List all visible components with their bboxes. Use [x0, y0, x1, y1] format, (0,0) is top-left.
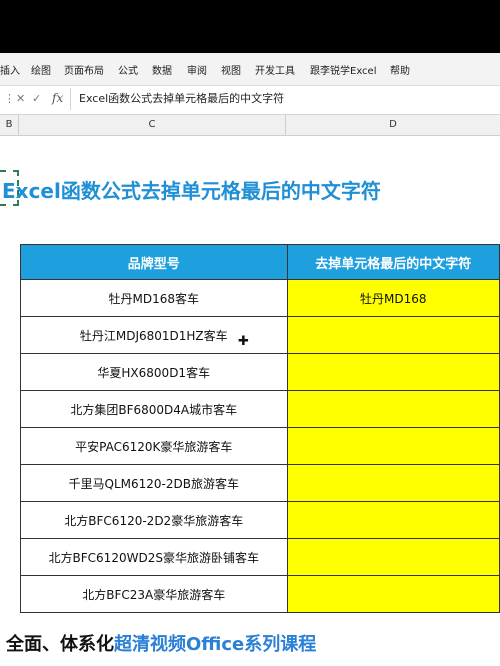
tab-formulas[interactable]: 公式	[118, 62, 138, 77]
tab-insert[interactable]: 插入	[0, 62, 20, 77]
table-row: 华夏HX6800D1客车	[20, 353, 500, 391]
column-header-b[interactable]: B	[0, 115, 19, 135]
header-cell-model[interactable]: 品牌型号	[20, 244, 288, 280]
banner-text-part2: 超清视频Office系列课程	[114, 634, 317, 655]
tab-view[interactable]: 视图	[221, 62, 241, 77]
cell-result[interactable]: 牡丹MD168	[286, 279, 500, 317]
tab-help[interactable]: 帮助	[390, 62, 410, 77]
more-icon[interactable]: ⋮	[4, 92, 15, 105]
cell-cursor-icon: ✚	[238, 334, 249, 349]
cell-model[interactable]: 牡丹MD168客车	[20, 279, 288, 317]
cell-model[interactable]: 北方BFC6120WD2S豪华旅游卧铺客车	[20, 538, 288, 576]
course-banner: 全面、体系化超清视频Office系列课程	[6, 630, 316, 656]
cell-result[interactable]	[286, 501, 500, 539]
sheet-title-text: Excel函数公式去掉单元格最后的中文字符	[2, 179, 381, 203]
table-row: 北方BFC6120-2D2豪华旅游客车	[20, 501, 500, 539]
cell-result[interactable]	[286, 464, 500, 502]
header-cell-result[interactable]: 去掉单元格最后的中文字符	[286, 244, 500, 280]
cell-result[interactable]	[286, 538, 500, 576]
tab-draw[interactable]: 绘图	[31, 62, 51, 77]
data-table: 品牌型号 去掉单元格最后的中文字符 牡丹MD168客车 牡丹MD168 牡丹江M…	[20, 244, 500, 613]
column-headers: B C D	[0, 115, 500, 136]
table-row: 北方集团BF6800D4A城市客车	[20, 390, 500, 428]
cell-model[interactable]: 北方BFC23A豪华旅游客车	[20, 575, 288, 613]
tab-developer[interactable]: 开发工具	[255, 62, 295, 77]
ribbon-tab-bar: 插入 绘图 页面布局 公式 数据 审阅 视图 开发工具 跟李锐学Excel 帮助	[0, 53, 500, 86]
column-header-d[interactable]: D	[286, 115, 500, 135]
table-row: 牡丹江MDJ6801D1HZ客车	[20, 316, 500, 354]
table-row: 北方BFC23A豪华旅游客车	[20, 575, 500, 613]
cancel-icon[interactable]: ✕	[16, 92, 25, 105]
banner-text-part1: 全面、体系化	[6, 634, 114, 655]
table-row: 北方BFC6120WD2S豪华旅游卧铺客车	[20, 538, 500, 576]
cell-model[interactable]: 平安PAC6120K豪华旅游客车	[20, 427, 288, 465]
cell-result[interactable]	[286, 353, 500, 391]
tab-data[interactable]: 数据	[152, 62, 172, 77]
table-row: 牡丹MD168客车 牡丹MD168	[20, 279, 500, 317]
sheet-title: Excel函数公式去掉单元格最后的中文字符	[2, 175, 381, 204]
table-row: 千里马QLM6120-2DB旅游客车	[20, 464, 500, 502]
cell-result[interactable]	[286, 575, 500, 613]
tab-addin[interactable]: 跟李锐学Excel	[310, 62, 377, 77]
enter-icon[interactable]: ✓	[32, 92, 41, 105]
column-header-c[interactable]: C	[19, 115, 286, 135]
cell-model[interactable]: 北方BFC6120-2D2豪华旅游客车	[20, 501, 288, 539]
cell-model[interactable]: 千里马QLM6120-2DB旅游客车	[20, 464, 288, 502]
cell-result[interactable]	[286, 316, 500, 354]
table-header-row: 品牌型号 去掉单元格最后的中文字符	[20, 244, 500, 280]
formula-input[interactable]: Excel函数公式去掉单元格最后的中文字符	[70, 88, 498, 110]
tab-review[interactable]: 审阅	[187, 62, 207, 77]
cell-model[interactable]: 北方集团BF6800D4A城市客车	[20, 390, 288, 428]
cell-model[interactable]: 华夏HX6800D1客车	[20, 353, 288, 391]
video-top-bar	[0, 0, 500, 53]
tab-page-layout[interactable]: 页面布局	[64, 62, 104, 77]
insert-function-icon[interactable]: fx	[52, 91, 63, 105]
cell-result[interactable]	[286, 390, 500, 428]
formula-bar: ⋮ ✕ ✓ fx Excel函数公式去掉单元格最后的中文字符	[0, 86, 500, 115]
cell-result[interactable]	[286, 427, 500, 465]
table-row: 平安PAC6120K豪华旅游客车	[20, 427, 500, 465]
